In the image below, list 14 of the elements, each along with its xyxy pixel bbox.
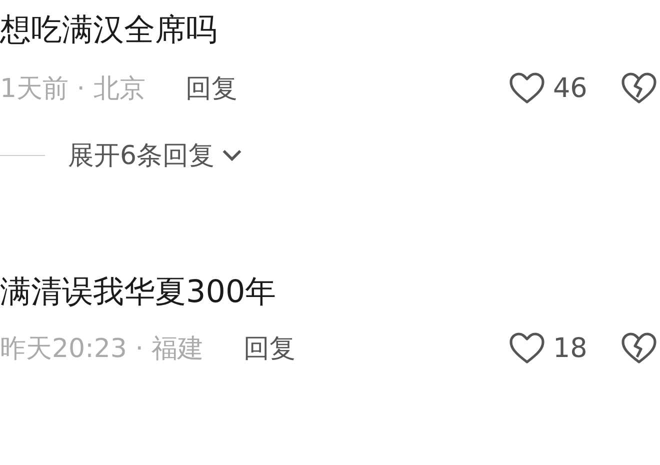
expand-replies-link[interactable]: 展开6条回复 (68, 138, 215, 172)
broken-heart-icon[interactable] (621, 331, 657, 365)
comment-text: 想吃满汉全席吗 (0, 11, 218, 50)
like-count: 18 (553, 332, 588, 364)
reply-link[interactable]: 回复 (244, 330, 296, 366)
comment-text: 满清误我华夏300年 (0, 273, 278, 312)
reply-link[interactable]: 回复 (185, 70, 238, 106)
heart-icon[interactable] (509, 331, 545, 365)
heart-icon[interactable] (509, 71, 545, 105)
comment-time-location: 昨天20:23 · 福建 (0, 332, 204, 366)
chevron-down-icon[interactable] (220, 148, 243, 162)
like-count: 46 (553, 72, 588, 104)
broken-heart-icon[interactable] (621, 71, 657, 105)
comment-time-location: 1天前 · 北京 (0, 72, 146, 106)
